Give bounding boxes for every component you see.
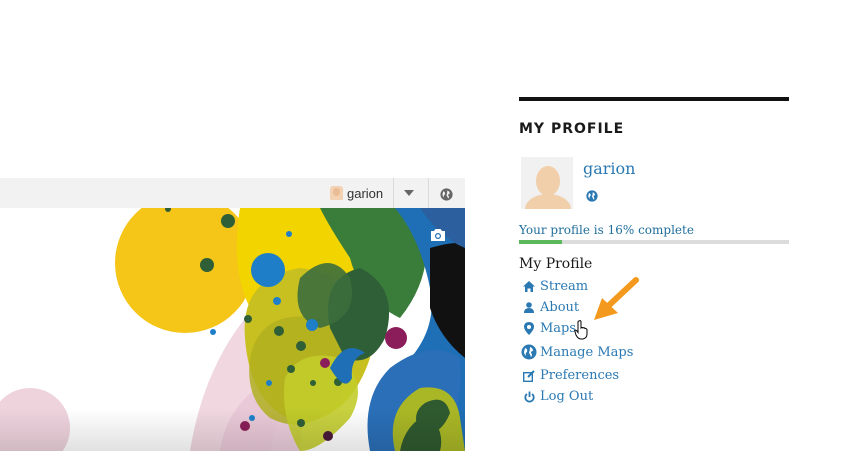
topbar-avatar [330,186,343,200]
divider [519,97,789,101]
annotation-arrow-icon [590,276,640,330]
hand-cursor-icon [574,320,590,344]
topbar-separator [393,178,394,208]
manage-maps-link[interactable]: Manage Maps [519,344,633,360]
globe-icon [521,344,537,360]
maps-link[interactable]: Maps [519,321,576,336]
profile-menu: Stream About Maps Manage Maps Preference… [519,276,789,407]
camera-icon[interactable] [430,227,446,246]
user-icon [521,302,537,313]
section-label: My Profile [519,256,593,272]
profile-top-bar: garion [0,178,465,208]
map-marker-icon [521,322,537,335]
username-link[interactable]: garion [583,159,635,178]
globe-icon[interactable] [440,186,453,205]
menu-label: About [540,300,580,315]
edit-icon [521,369,537,382]
menu-item-maps[interactable]: Maps [519,318,789,339]
profile-sidebar: MY PROFILE garion Your profile is 16% co… [519,97,789,407]
profile-progress-fill [519,240,563,244]
menu-item-preferences[interactable]: Preferences [519,365,789,386]
power-icon [521,391,537,403]
caret-down-icon[interactable] [404,190,414,196]
stream-link[interactable]: Stream [519,279,588,294]
topbar-username: garion [347,185,384,201]
globe-icon[interactable] [586,187,598,206]
menu-label: Manage Maps [540,344,634,360]
profile-summary: garion [519,157,789,212]
topbar-user[interactable]: garion [330,178,383,208]
avatar[interactable] [521,157,573,209]
menu-label: Preferences [540,368,620,383]
preferences-link[interactable]: Preferences [519,368,619,383]
profile-progress-text: Your profile is 16% complete [519,223,694,237]
menu-item-about[interactable]: About [519,297,789,318]
menu-item-manage-maps[interactable]: Manage Maps [519,339,789,365]
profile-progress-bar [519,240,789,244]
about-link[interactable]: About [519,300,579,315]
menu-label: Stream [540,279,589,294]
cover-image [0,208,465,451]
menu-label: Log Out [540,389,594,404]
menu-item-stream[interactable]: Stream [519,276,789,297]
menu-item-log-out[interactable]: Log Out [519,386,789,407]
menu-label: Maps [540,321,577,336]
log-out-link[interactable]: Log Out [519,389,593,404]
topbar-separator [428,178,429,208]
sidebar-title: MY PROFILE [519,121,625,137]
home-icon [521,281,537,292]
